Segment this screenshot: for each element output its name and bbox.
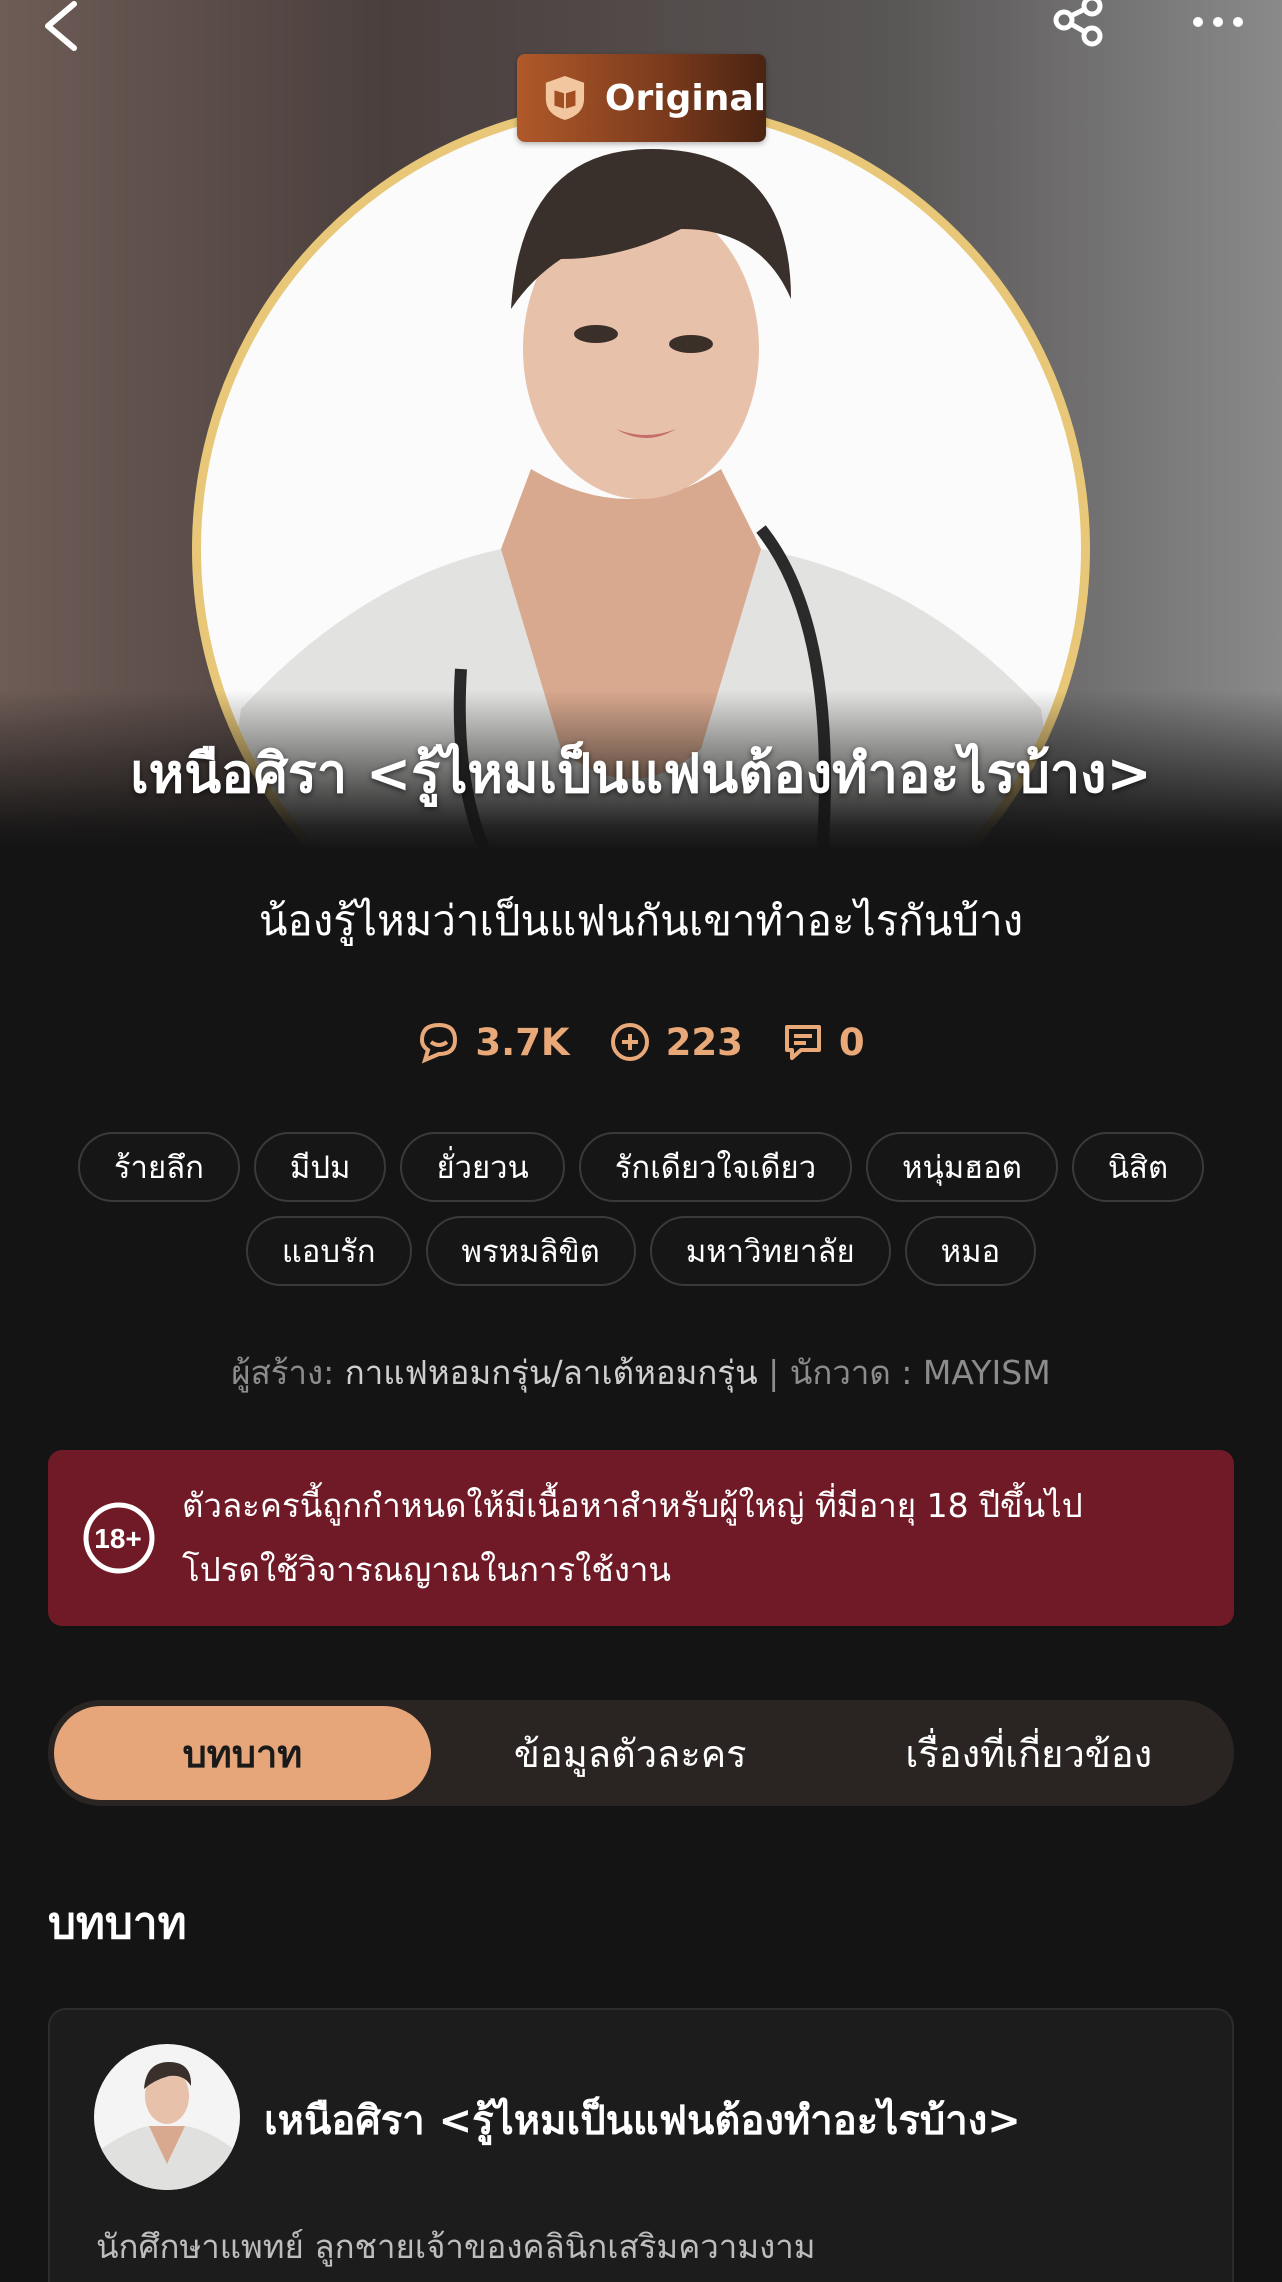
creator-name[interactable]: กาแฟหอมกรุ่น/ลาเต้หอมกรุ่น — [345, 1353, 758, 1392]
role-card[interactable]: เหนือศิรา <รู้ไหมเป็นแฟนต้องทำอะไรบ้าง> … — [48, 2008, 1234, 2282]
original-badge-label: Original — [604, 77, 766, 119]
chat-bubble-icon — [420, 1022, 458, 1064]
tab-role[interactable]: บทบาท — [54, 1706, 431, 1800]
role-description: นักศึกษาแพทย์ ลูกชายเจ้าของคลินิกเสริมคว… — [96, 2227, 816, 2266]
tag-chip[interactable]: ยั่วยวน — [400, 1132, 565, 1202]
tag-chip[interactable]: หมอ — [904, 1216, 1037, 1286]
tag-chip[interactable]: รักเดียวใจเดียว — [578, 1132, 853, 1202]
tag-list: ร้ายลึก มีปม ยั่วยวน รักเดียวใจเดียว หนุ… — [40, 1132, 1242, 1286]
tab-related-stories[interactable]: เรื่องที่เกี่ยวข้อง — [830, 1706, 1229, 1800]
stat-comments: 0 — [781, 1020, 865, 1064]
role-name: เหนือศิรา <รู้ไหมเป็นแฟนต้องทำอะไรบ้าง> — [264, 2098, 1021, 2144]
stat-comments-value: 0 — [838, 1020, 865, 1064]
age-18-plus-icon: 18+ — [83, 1502, 155, 1574]
tag-chip[interactable]: พรหมลิขิต — [425, 1216, 636, 1286]
tag-chip[interactable]: มหาวิทยาลัย — [649, 1216, 891, 1286]
svg-text:18+: 18+ — [94, 1523, 142, 1554]
tag-chip[interactable]: หนุ่มฮอต — [866, 1132, 1058, 1202]
tab-bar: บทบาท ข้อมูลตัวละคร เรื่องที่เกี่ยวข้อง — [48, 1700, 1234, 1806]
chevron-left-icon — [45, 1, 77, 51]
tag-chip[interactable]: ร้ายลึก — [77, 1132, 240, 1202]
artist-label: นักวาด : MAYISM — [789, 1353, 1051, 1392]
share-button[interactable] — [1050, 0, 1110, 50]
character-title: เหนือศิรา <รู้ไหมเป็นแฟนต้องทำอะไรบ้าง> — [130, 742, 1152, 805]
section-title: บทบาท — [48, 1898, 187, 1949]
stat-followers: 223 — [608, 1020, 743, 1064]
more-options-button[interactable] — [1188, 0, 1248, 44]
comment-icon — [784, 1025, 821, 1060]
back-button[interactable] — [34, 0, 94, 60]
adult-content-warning: 18+ ตัวละครนี้ถูกกำหนดให้มีเนื้อหาสำหรับ… — [48, 1450, 1234, 1626]
character-subtitle: น้องรู้ไหมว่าเป็นแฟนกันเขาทำอะไรกันบ้าง — [258, 896, 1024, 945]
book-shield-icon — [545, 76, 585, 120]
stats-row: 3.7K 223 0 — [0, 1020, 1282, 1064]
original-badge: Original — [517, 54, 766, 142]
creator-separator: | — [768, 1353, 780, 1392]
warning-line-1: ตัวละครนี้ถูกกำหนดให้มีเนื้อหาสำหรับผู้ใ… — [182, 1486, 1083, 1525]
share-icon — [1053, 0, 1103, 47]
creator-line: ผู้สร้าง: กาแฟหอมกรุ่น/ลาเต้หอมกรุ่น | น… — [0, 1346, 1282, 1399]
tag-chip[interactable]: นิสิต — [1071, 1132, 1205, 1202]
warning-text: ตัวละครนี้ถูกกำหนดให้มีเนื้อหาสำหรับผู้ใ… — [182, 1474, 1083, 1602]
stat-followers-value: 223 — [665, 1020, 743, 1064]
warning-line-2: โปรดใช้วิจารณญาณในการใช้งาน — [182, 1550, 671, 1589]
stat-chats: 3.7K — [417, 1020, 570, 1064]
tag-chip[interactable]: แอบรัก — [245, 1216, 412, 1286]
creator-label: ผู้สร้าง: — [231, 1353, 335, 1392]
stat-chats-value: 3.7K — [475, 1020, 570, 1064]
tag-chip[interactable]: มีปม — [253, 1132, 387, 1202]
plus-circle-icon — [610, 1023, 649, 1061]
role-avatar — [94, 2044, 240, 2190]
tab-character-info[interactable]: ข้อมูลตัวละคร — [431, 1706, 830, 1800]
more-dots-icon — [1193, 17, 1243, 27]
